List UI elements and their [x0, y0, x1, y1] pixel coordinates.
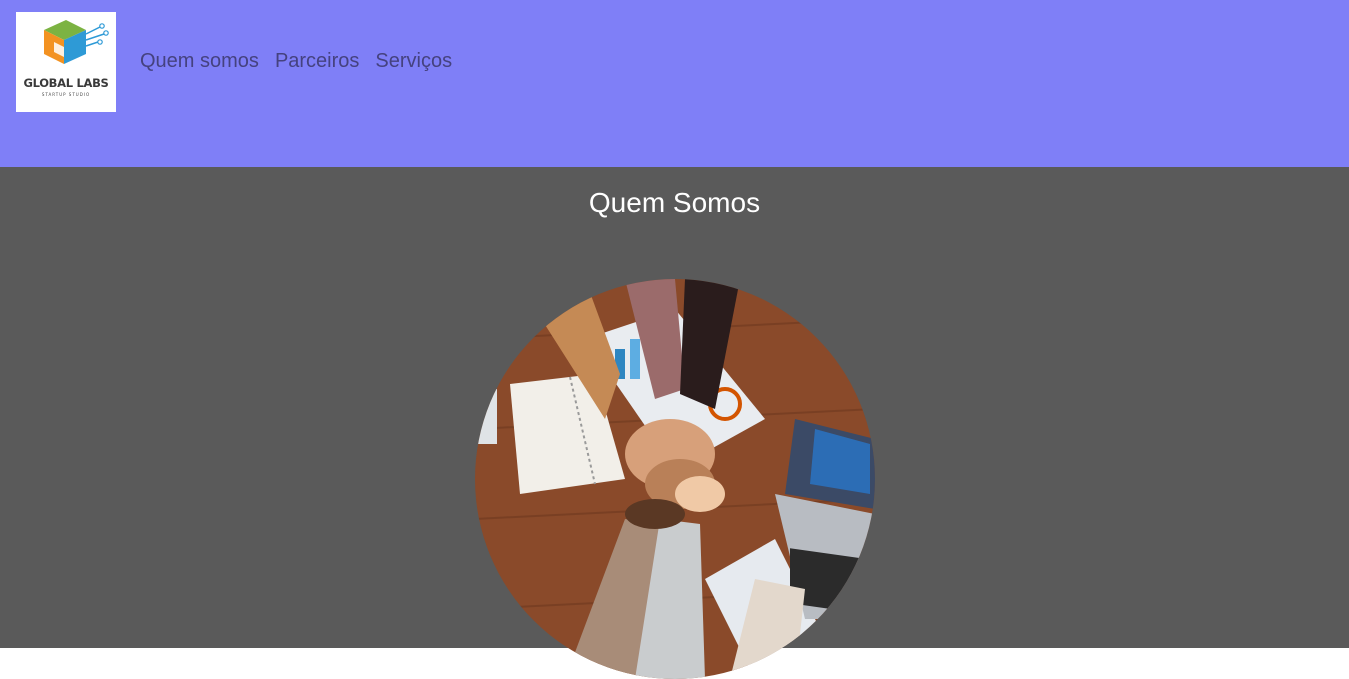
team-hands-together-photo-icon — [475, 279, 875, 679]
logo-title: GLOBAL LABS — [23, 76, 109, 90]
global-labs-logo[interactable]: GLOBAL LABS STARTUP STUDIO — [16, 12, 116, 112]
nav-link-parceiros[interactable]: Parceiros — [275, 50, 359, 73]
team-photo — [475, 279, 875, 679]
site-header: GLOBAL LABS STARTUP STUDIO Quem somos Pa… — [0, 0, 1349, 167]
main-nav: Quem somos Parceiros Serviços — [140, 50, 452, 73]
quem-somos-section: Quem Somos — [0, 167, 1349, 679]
nav-link-quem-somos[interactable]: Quem somos — [140, 50, 259, 73]
nav-link-servicos[interactable]: Serviços — [375, 50, 452, 73]
logo-subtitle: STARTUP STUDIO — [41, 92, 91, 97]
cube-logo-icon — [44, 20, 109, 64]
section-title: Quem Somos — [588, 187, 761, 218]
